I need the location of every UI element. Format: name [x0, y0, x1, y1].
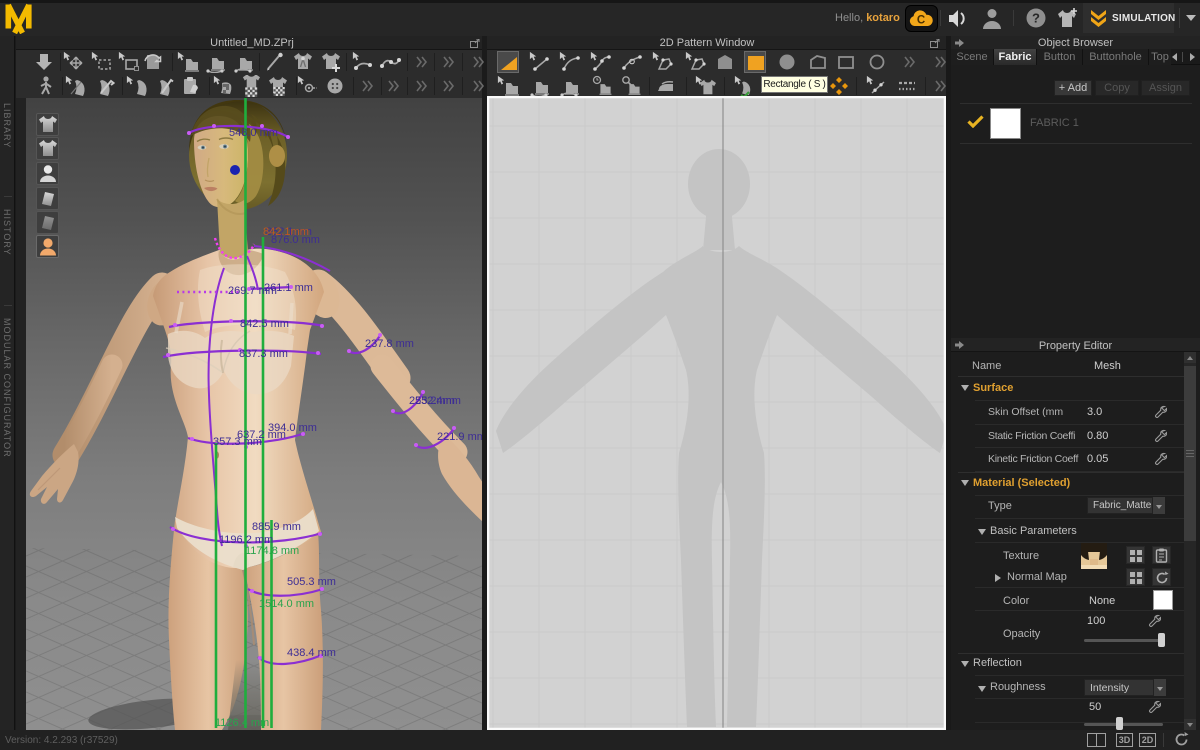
- svg-text:C: C: [917, 15, 925, 27]
- svg-text:842.5 mm: 842.5 mm: [240, 318, 289, 330]
- svg-text:876.0 mm: 876.0 mm: [271, 234, 320, 246]
- svg-text:1514.0 mm: 1514.0 mm: [259, 598, 314, 610]
- svg-text:357.3 mm: 357.3 mm: [213, 436, 262, 448]
- svg-text:221.9 mm: 221.9 mm: [437, 431, 482, 443]
- svg-text:237.8 mm: 237.8 mm: [365, 338, 414, 350]
- svg-text:438.4 mm: 438.4 mm: [287, 647, 336, 659]
- svg-text:1126.4 mm: 1126.4 mm: [215, 717, 269, 729]
- svg-text:548.0 mm: 548.0 mm: [229, 127, 278, 139]
- svg-text:885.9 mm: 885.9 mm: [252, 521, 301, 533]
- svg-text:837.3 mm: 837.3 mm: [239, 348, 288, 360]
- svg-text:?: ?: [1032, 11, 1040, 26]
- svg-text:261.1 mm: 261.1 mm: [264, 282, 313, 294]
- svg-text:505.3 mm: 505.3 mm: [287, 576, 336, 588]
- svg-text:252.4mm: 252.4mm: [415, 395, 461, 407]
- svg-text:1174.8 mm: 1174.8 mm: [245, 545, 299, 557]
